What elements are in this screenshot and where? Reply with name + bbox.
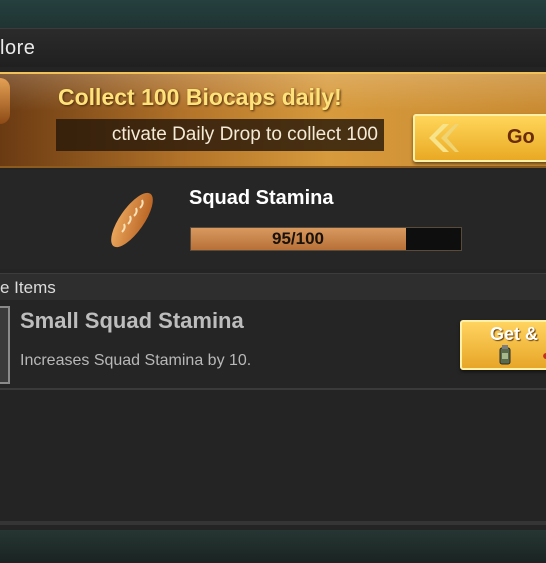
get-and-use-button[interactable]: Get & ●	[460, 320, 546, 370]
get-button-label: Get &	[490, 324, 539, 344]
canister-icon	[499, 345, 511, 365]
bread-icon	[111, 192, 153, 248]
stamina-panel: lore Collect 100 Biocaps daily! ctivate …	[0, 28, 546, 535]
banner-subtitle: ctivate Daily Drop to collect 100	[111, 124, 378, 145]
background-top	[0, 0, 546, 30]
banner-subtitle-box: ctivate Daily Drop to collect 100	[56, 119, 384, 151]
item-name: Small Squad Stamina	[20, 308, 244, 333]
go-button-label: Go	[507, 126, 535, 148]
panel-title: lore	[0, 37, 36, 59]
chevron-left-icon	[429, 124, 459, 152]
currency-icon: ●	[542, 348, 546, 362]
panel-bottom-divider	[0, 521, 546, 525]
go-button[interactable]: Go	[413, 114, 546, 162]
bread-icon	[0, 78, 10, 124]
item-description: Increases Squad Stamina by 10.	[20, 352, 252, 369]
items-section-title: e Items	[0, 278, 56, 297]
squad-stamina-title: Squad Stamina	[189, 187, 334, 209]
stamina-progress-text: 95/100	[272, 229, 324, 248]
list-item: Small Squad Stamina Increases Squad Stam…	[0, 300, 546, 390]
squad-stamina-section: Squad Stamina 95/100	[0, 170, 546, 269]
banner-title: Collect 100 Biocaps daily!	[58, 84, 342, 110]
stamina-progress-bar: 95/100	[190, 227, 462, 251]
daily-drop-banner: Collect 100 Biocaps daily! ctivate Daily…	[0, 72, 546, 168]
item-icon-frame	[0, 306, 10, 384]
background-bottom	[0, 530, 546, 563]
panel-title-bar: lore	[0, 29, 546, 67]
items-section-header: e Items	[0, 273, 546, 301]
